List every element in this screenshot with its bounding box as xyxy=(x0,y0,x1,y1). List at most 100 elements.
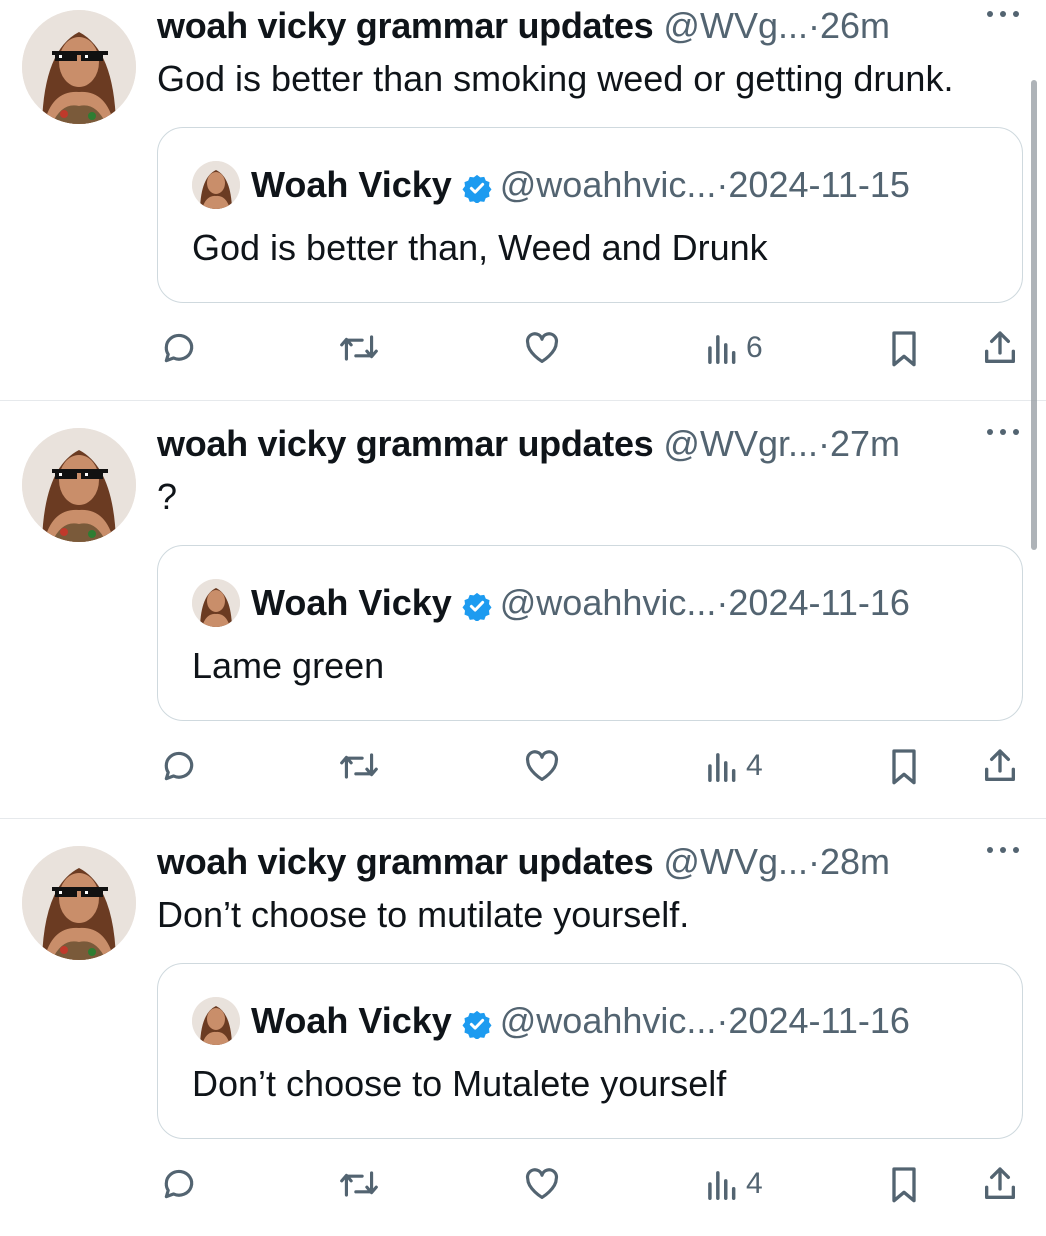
quoted-tweet[interactable]: Woah Vicky @woahhvic...·2024-11-16 Lame g… xyxy=(157,545,1023,721)
views-icon xyxy=(708,335,736,364)
avatar[interactable] xyxy=(22,846,136,960)
handle[interactable]: @WVg... xyxy=(663,841,808,882)
quoted-date[interactable]: 2024-11-16 xyxy=(728,582,909,623)
like-button[interactable] xyxy=(522,326,562,370)
quoted-date[interactable]: 2024-11-15 xyxy=(728,164,909,205)
separator-dot: · xyxy=(716,582,729,623)
quoted-text: Don’t choose to Mutalete yourself xyxy=(192,1063,727,1104)
reply-button[interactable] xyxy=(160,326,198,370)
verified-icon xyxy=(462,168,492,214)
tweet[interactable]: woah vicky grammar updates @WVg...·26m G… xyxy=(0,0,1046,401)
quoted-avatar[interactable] xyxy=(192,997,240,1045)
quoted-handle[interactable]: @woahhvic... xyxy=(500,164,717,205)
display-name[interactable]: woah vicky grammar updates xyxy=(157,423,654,464)
separator-dot: · xyxy=(716,164,729,205)
timestamp[interactable]: 26m xyxy=(820,5,890,46)
quoted-date[interactable]: 2024-11-16 xyxy=(728,1000,909,1041)
reply-icon xyxy=(164,751,194,781)
reply-button[interactable] xyxy=(160,744,198,788)
reply-icon xyxy=(164,1169,194,1199)
avatar-image xyxy=(22,846,136,960)
tweet[interactable]: woah vicky grammar updates @WVg...·28m D… xyxy=(0,818,1046,1236)
quoted-text: God is better than, Weed and Drunk xyxy=(192,227,768,268)
share-icon xyxy=(985,749,1015,781)
separator-dot: · xyxy=(807,5,820,46)
verified-icon xyxy=(462,586,492,632)
retweet-icon xyxy=(340,753,378,779)
tweet[interactable]: woah vicky grammar updates @WVgr...·27m … xyxy=(0,400,1046,819)
quoted-avatar[interactable] xyxy=(192,161,240,209)
quoted-tweet[interactable]: Woah Vicky @woahhvic...·2024-11-16 Don’t … xyxy=(157,963,1023,1139)
quoted-avatar[interactable] xyxy=(192,579,240,627)
avatar[interactable] xyxy=(22,428,136,542)
tweet-text: ? xyxy=(157,476,178,517)
timestamp[interactable]: 28m xyxy=(820,841,890,882)
bookmark-icon xyxy=(892,331,916,367)
share-icon xyxy=(985,331,1015,363)
avatar-image xyxy=(192,997,240,1045)
tweet-header: woah vicky grammar updates @WVgr...·27m xyxy=(157,420,957,468)
more-icon[interactable] xyxy=(985,422,1021,442)
tweet-header: woah vicky grammar updates @WVg...·28m xyxy=(157,838,957,886)
bookmark-button[interactable] xyxy=(886,326,922,370)
handle[interactable]: @WVgr... xyxy=(663,423,818,464)
heart-icon xyxy=(525,750,559,782)
views-icon xyxy=(708,753,736,782)
like-button[interactable] xyxy=(522,1162,562,1206)
retweet-icon xyxy=(340,335,378,361)
separator-dot: · xyxy=(818,423,830,464)
tweet-text: God is better than smoking weed or getti… xyxy=(157,58,954,99)
retweet-button[interactable] xyxy=(337,1162,381,1206)
views-button[interactable]: 4 xyxy=(704,1162,763,1206)
tweet-text: Don’t choose to mutilate yourself. xyxy=(157,894,690,935)
retweet-icon xyxy=(340,1171,378,1197)
views-count: 4 xyxy=(746,749,763,782)
views-button[interactable]: 4 xyxy=(704,744,763,788)
more-icon[interactable] xyxy=(985,4,1021,24)
share-icon xyxy=(985,1167,1015,1199)
quoted-header: Woah Vicky @woahhvic...·2024-11-15 xyxy=(251,162,910,208)
quoted-header: Woah Vicky @woahhvic...·2024-11-16 xyxy=(251,580,910,626)
share-button[interactable] xyxy=(980,1162,1020,1206)
bookmark-icon xyxy=(892,749,916,785)
handle[interactable]: @WVg... xyxy=(663,5,808,46)
like-button[interactable] xyxy=(522,744,562,788)
views-button[interactable]: 6 xyxy=(704,326,763,370)
action-bar: 4 xyxy=(0,1162,1046,1206)
verified-icon xyxy=(462,1004,492,1050)
bookmark-icon xyxy=(892,1167,916,1203)
views-count: 4 xyxy=(746,1167,763,1200)
quoted-tweet[interactable]: Woah Vicky @woahhvic...·2024-11-15 God is… xyxy=(157,127,1023,303)
separator-dot: · xyxy=(716,1000,729,1041)
more-icon[interactable] xyxy=(985,840,1021,860)
quoted-handle[interactable]: @woahhvic... xyxy=(500,1000,717,1041)
heart-icon xyxy=(525,332,559,364)
display-name[interactable]: woah vicky grammar updates xyxy=(157,841,654,882)
quoted-text: Lame green xyxy=(192,645,385,686)
avatar-image xyxy=(192,579,240,627)
avatar-image xyxy=(22,428,136,542)
bookmark-button[interactable] xyxy=(886,744,922,788)
retweet-button[interactable] xyxy=(337,326,381,370)
display-name[interactable]: woah vicky grammar updates xyxy=(157,5,654,46)
avatar-image xyxy=(22,10,136,124)
avatar[interactable] xyxy=(22,10,136,124)
quoted-display-name[interactable]: Woah Vicky xyxy=(251,164,452,205)
action-bar: 6 xyxy=(0,326,1046,370)
scrollbar[interactable] xyxy=(1031,80,1037,550)
quoted-display-name[interactable]: Woah Vicky xyxy=(251,1000,452,1041)
timestamp[interactable]: 27m xyxy=(830,423,900,464)
views-count: 6 xyxy=(746,331,763,364)
heart-icon xyxy=(525,1168,559,1200)
views-icon xyxy=(708,1171,736,1200)
retweet-button[interactable] xyxy=(337,744,381,788)
avatar-image xyxy=(192,161,240,209)
quoted-display-name[interactable]: Woah Vicky xyxy=(251,582,452,623)
share-button[interactable] xyxy=(980,744,1020,788)
tweet-header: woah vicky grammar updates @WVg...·26m xyxy=(157,2,957,50)
bookmark-button[interactable] xyxy=(886,1162,922,1206)
reply-button[interactable] xyxy=(160,1162,198,1206)
quoted-handle[interactable]: @woahhvic... xyxy=(500,582,717,623)
reply-icon xyxy=(164,333,194,363)
share-button[interactable] xyxy=(980,326,1020,370)
